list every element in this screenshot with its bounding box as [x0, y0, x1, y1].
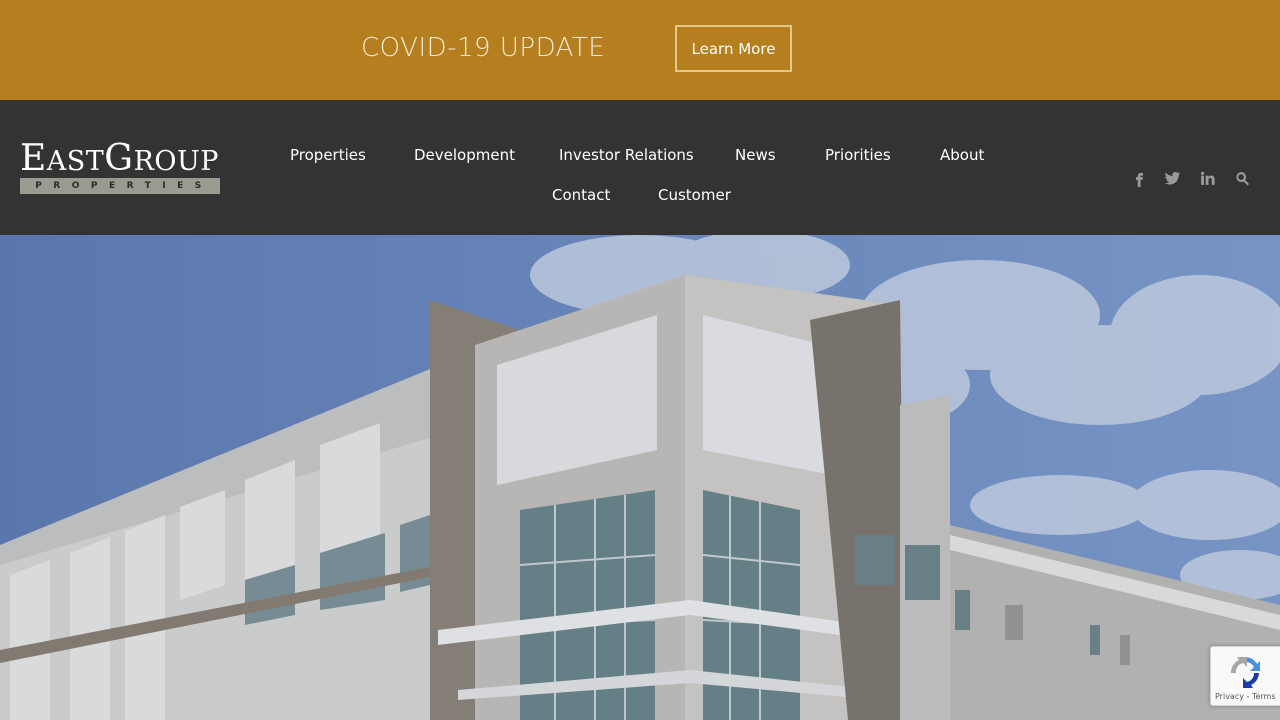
recaptcha-privacy-terms[interactable]: Privacy - Terms [1215, 692, 1276, 701]
nav-item-news[interactable]: News [735, 145, 776, 165]
nav-item-investor-relations[interactable]: Investor Relations [559, 145, 694, 165]
hero-image [0, 235, 1280, 720]
nav-item-contact[interactable]: Contact [552, 185, 610, 205]
twitter-icon[interactable] [1162, 168, 1182, 188]
hero-building-illustration [0, 235, 1280, 720]
learn-more-button[interactable]: Learn More [675, 25, 792, 72]
site-header: EASTGROUP PROPERTIES Properties Developm… [0, 100, 1280, 235]
search-icon[interactable] [1232, 168, 1252, 188]
nav-item-properties[interactable]: Properties [290, 145, 366, 165]
eastgroup-logo[interactable]: EASTGROUP PROPERTIES [20, 138, 220, 195]
covid-banner-title: COVID-19 UPDATE [361, 33, 606, 63]
recaptcha-badge[interactable]: Privacy - Terms [1210, 646, 1280, 706]
nav-item-development[interactable]: Development [414, 145, 515, 165]
logo-subtitle: PROPERTIES [20, 178, 220, 194]
covid-banner: COVID-19 UPDATE Learn More [0, 0, 1280, 100]
linkedin-icon[interactable] [1197, 168, 1217, 188]
nav-item-customer[interactable]: Customer [658, 185, 731, 205]
facebook-icon[interactable] [1129, 168, 1149, 188]
nav-item-priorities[interactable]: Priorities [825, 145, 891, 165]
nav-item-about[interactable]: About [940, 145, 984, 165]
logo-wordmark: EASTGROUP [20, 138, 219, 179]
recaptcha-icon [1230, 657, 1260, 688]
